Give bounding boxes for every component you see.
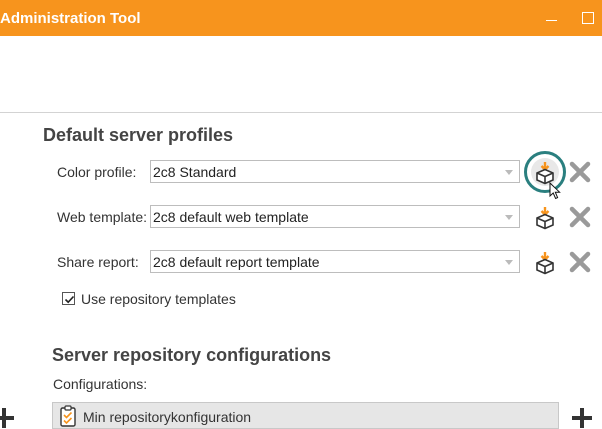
chevron-down-icon (505, 260, 513, 265)
web-template-select[interactable]: 2c8 default web template (150, 205, 520, 228)
maximize-button[interactable] (578, 8, 598, 28)
use-repository-templates-label: Use repository templates (81, 291, 236, 307)
x-delete-icon (569, 206, 591, 228)
web-template-pick-button[interactable] (531, 203, 559, 231)
repository-configs-heading: Server repository configurations (52, 345, 332, 365)
share-report-select[interactable]: 2c8 default report template (150, 250, 520, 273)
checkmark-icon (64, 295, 75, 304)
use-repository-templates-checkbox[interactable] (62, 292, 75, 305)
share-report-remove-button[interactable] (566, 248, 594, 276)
add-left-button[interactable] (0, 408, 14, 428)
chevron-down-icon (505, 170, 513, 175)
list-item[interactable]: Min repositorykonfiguration (52, 402, 559, 429)
share-report-value: 2c8 default report template (153, 254, 320, 270)
header-divider (0, 112, 602, 113)
configurations-label: Configurations: (53, 376, 148, 392)
window-title: Administration Tool (0, 10, 141, 27)
color-profile-value: 2c8 Standard (153, 164, 237, 180)
web-template-label: Web template: (57, 209, 148, 225)
color-profile-select[interactable]: 2c8 Standard (150, 160, 520, 183)
mouse-cursor-icon (549, 182, 561, 200)
color-profile-label: Color profile: (57, 164, 137, 180)
package-arrow-icon (536, 207, 554, 230)
share-report-pick-button[interactable] (531, 248, 559, 276)
web-template-value: 2c8 default web template (153, 209, 309, 225)
title-bar: Administration Tool (0, 0, 602, 36)
repository-config-label: Min repositorykonfiguration (83, 409, 252, 425)
web-template-remove-button[interactable] (566, 203, 594, 231)
clipboard-check-icon (59, 405, 77, 429)
package-arrow-icon (536, 252, 554, 275)
share-report-label: Share report: (57, 254, 139, 270)
default-profiles-heading: Default server profiles (43, 125, 234, 145)
minimize-button[interactable] (542, 8, 562, 28)
x-delete-icon (569, 161, 591, 183)
color-profile-remove-button[interactable] (566, 158, 594, 186)
x-delete-icon (569, 251, 591, 273)
chevron-down-icon (505, 215, 513, 220)
add-configuration-button[interactable] (572, 408, 592, 428)
